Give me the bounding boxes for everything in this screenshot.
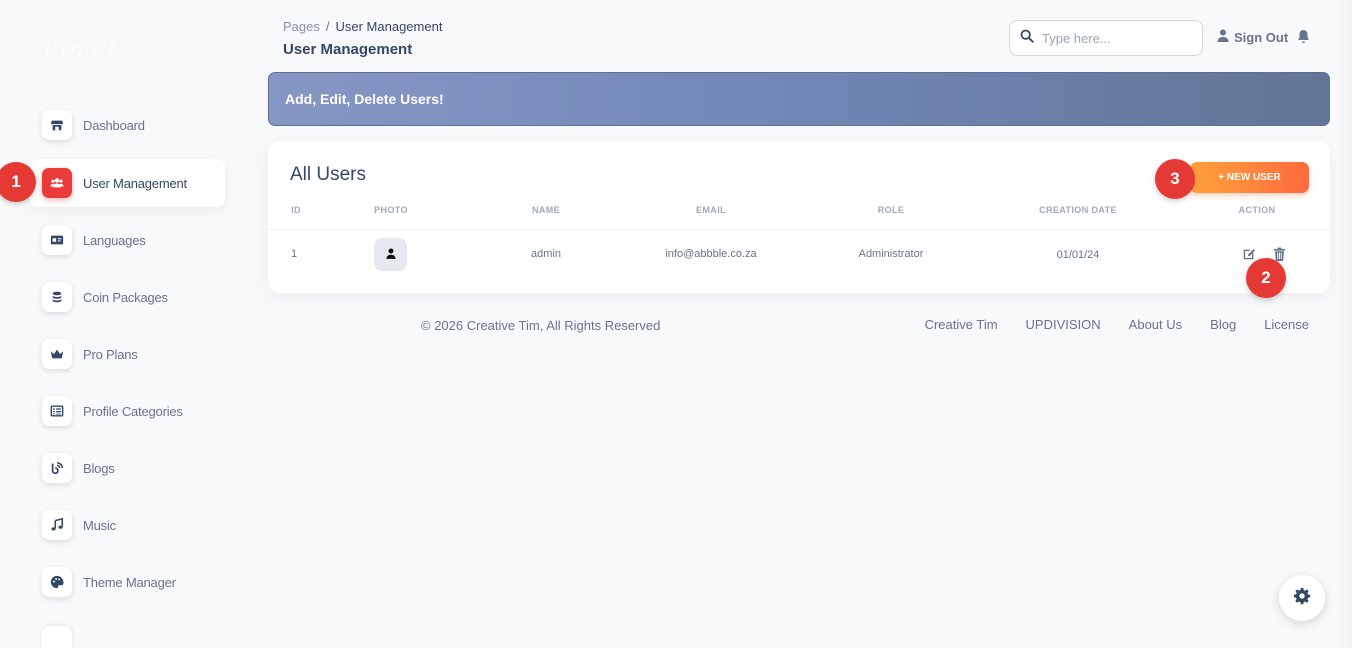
shop-icon: [42, 110, 72, 140]
sidebar-item-label: Theme Manager: [83, 574, 176, 590]
avatar: [374, 238, 407, 271]
cell-name: admin: [531, 248, 561, 260]
blog-icon: [42, 453, 72, 483]
annotation-badge-2: 2: [1246, 258, 1286, 298]
footer-copyright: © 2026 Creative Tim, All Rights Reserved: [421, 318, 661, 333]
sidebar: kimat Dashboard User Management Language…: [0, 0, 250, 648]
column-header-photo: PHOTO: [374, 205, 408, 215]
sign-out-label: Sign Out: [1234, 29, 1289, 45]
search-box[interactable]: [1009, 20, 1203, 56]
scrollbar-track[interactable]: [1336, 0, 1352, 648]
sidebar-item-profile-categories[interactable]: Profile Categories: [30, 387, 225, 435]
column-header-email: EMAIL: [696, 205, 726, 215]
sidebar-item-label: Pro Plans: [83, 346, 138, 362]
breadcrumb-current: User Management: [335, 19, 443, 34]
search-input[interactable]: [1042, 30, 1192, 46]
sidebar-item-label: User Management: [83, 175, 187, 191]
sidebar-item-label: Profile Categories: [83, 403, 183, 419]
search-icon: [1020, 29, 1034, 48]
new-user-button[interactable]: + NEW USER: [1190, 162, 1309, 193]
coins-icon: [42, 282, 72, 312]
list-icon: [42, 396, 72, 426]
column-header-id: ID: [291, 205, 301, 215]
sidebar-item-theme-manager[interactable]: Theme Manager: [30, 558, 225, 606]
sidebar-item-label: Dashboard: [83, 117, 145, 133]
sidebar-item-user-management[interactable]: User Management: [30, 159, 225, 207]
footer-link-blog[interactable]: Blog: [1210, 317, 1236, 332]
column-header-action: ACTION: [1238, 205, 1276, 215]
column-header-role: ROLE: [877, 205, 905, 215]
sidebar-item-partial-icon: [42, 626, 72, 648]
sidebar-item-label: Music: [83, 517, 116, 533]
sidebar-item-music[interactable]: Music: [30, 501, 225, 549]
footer-link-updivision[interactable]: UPDIVISION: [1026, 317, 1101, 332]
sign-out-link[interactable]: Sign Out: [1217, 29, 1288, 45]
page-title: User Management: [283, 41, 413, 58]
palette-icon: [42, 567, 72, 597]
sidebar-item-dashboard[interactable]: Dashboard: [30, 101, 225, 149]
sidebar-item-blogs[interactable]: Blogs: [30, 444, 225, 492]
page-banner: Add, Edit, Delete Users!: [268, 72, 1330, 126]
footer-links: Creative Tim UPDIVISION About Us Blog Li…: [925, 317, 1309, 332]
banner-text: Add, Edit, Delete Users!: [285, 91, 444, 107]
breadcrumb-separator: /: [325, 19, 330, 34]
music-icon: [42, 510, 72, 540]
sidebar-item-label: Coin Packages: [83, 289, 168, 305]
bell-icon[interactable]: [1297, 29, 1310, 49]
sidebar-item-pro-plans[interactable]: Pro Plans: [30, 330, 225, 378]
card-title: All Users: [290, 164, 367, 185]
column-header-name: NAME: [531, 205, 561, 215]
footer-link-creative-tim[interactable]: Creative Tim: [925, 317, 998, 332]
cell-creation-date: 01/01/24: [1056, 249, 1100, 261]
sidebar-item-label: Blogs: [83, 460, 115, 476]
user-icon: [1217, 29, 1229, 45]
settings-button[interactable]: [1279, 575, 1325, 621]
id-card-icon: [42, 225, 72, 255]
cell-id: 1: [290, 248, 298, 260]
crown-icon: [42, 339, 72, 369]
user-icon: [385, 246, 396, 264]
breadcrumb-parent[interactable]: Pages: [283, 19, 320, 34]
breadcrumb: Pages / User Management: [283, 19, 442, 34]
sidebar-item-coin-packages[interactable]: Coin Packages: [30, 273, 225, 321]
annotation-badge-3: 3: [1155, 159, 1195, 199]
brand-logo[interactable]: kimat: [44, 36, 118, 64]
sidebar-item-languages[interactable]: Languages: [30, 216, 225, 264]
table-divider: [268, 229, 1330, 230]
gear-icon: [1293, 587, 1311, 610]
cell-role: Administrator: [858, 248, 924, 260]
column-header-creation-date: CREATION DATE: [1039, 205, 1117, 215]
users-icon: [42, 168, 72, 198]
cell-email: info@abbble.co.za: [665, 248, 757, 260]
sidebar-item-label: Languages: [83, 232, 146, 248]
footer-link-about-us[interactable]: About Us: [1129, 317, 1182, 332]
footer-link-license[interactable]: License: [1264, 317, 1309, 332]
